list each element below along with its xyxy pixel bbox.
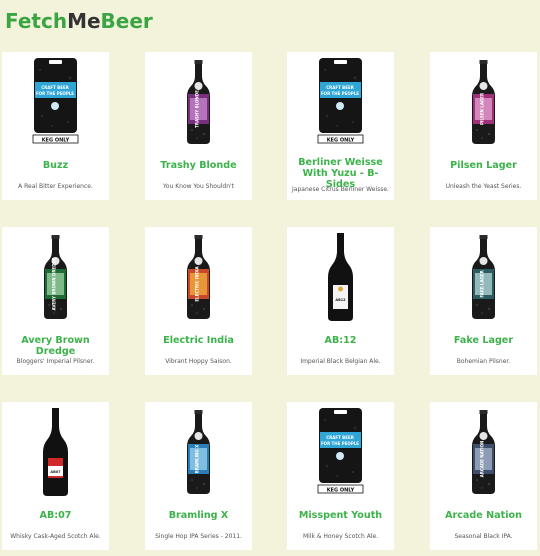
beer-tagline: Whisky Cask-Aged Scotch Ale. (10, 533, 101, 540)
beer-tagline: Unleash the Yeast Series. (445, 183, 522, 190)
beer-card[interactable]: AB07 AB:07 Whisky Cask-Aged Scotch Ale. (2, 402, 109, 550)
svg-text:KEG ONLY: KEG ONLY (327, 488, 355, 494)
beer-tagline: A Real Bitter Experience. (18, 183, 93, 190)
beer-name[interactable]: AB:12 (289, 335, 392, 346)
svg-text:AVERY BROWN DREDGE: AVERY BROWN DREDGE (52, 257, 57, 310)
beer-name[interactable]: Bramling X (147, 510, 250, 521)
beer-grid: CRAFT BEER FOR THE PEOPLE KEG ONLY Buzz A… (0, 0, 540, 556)
beer-name[interactable]: Buzz (4, 160, 107, 171)
beer-name[interactable]: Electric India (147, 335, 250, 346)
beer-image[interactable]: BRAMLING X (145, 406, 252, 498)
svg-text:FOR THE PEOPLE: FOR THE PEOPLE (321, 91, 359, 96)
beer-card[interactable]: ELECTRIC INDIA Electric India Vibrant Hop… (145, 227, 252, 375)
svg-text:KEG ONLY: KEG ONLY (327, 138, 355, 144)
svg-text:FOR THE PEOPLE: FOR THE PEOPLE (36, 91, 74, 96)
svg-text:FOR THE PEOPLE: FOR THE PEOPLE (321, 441, 359, 446)
beer-card[interactable]: TRASHY BLONDE Trashy Blonde You Know You … (145, 52, 252, 200)
svg-text:ELECTRIC INDIA: ELECTRIC INDIA (195, 265, 200, 301)
beer-image[interactable]: AB12 (287, 231, 394, 323)
beer-image[interactable]: AVERY BROWN DREDGE (2, 231, 109, 323)
beer-name[interactable]: Fake Lager (432, 335, 535, 346)
svg-text:ARCADE NATION: ARCADE NATION (480, 441, 485, 478)
beer-name[interactable]: Misspent Youth (289, 510, 392, 521)
svg-text:CRAFT BEER: CRAFT BEER (326, 85, 354, 90)
beer-card[interactable]: BRAMLING X Bramling X Single Hop IPA Seri… (145, 402, 252, 550)
svg-text:TRASHY BLONDE: TRASHY BLONDE (195, 90, 200, 128)
svg-text:FAKE LAGER: FAKE LAGER (480, 270, 485, 297)
svg-text:AB12: AB12 (335, 298, 346, 302)
beer-image[interactable]: TRASHY BLONDE (145, 56, 252, 148)
beer-card[interactable]: AVERY BROWN DREDGE Avery Brown Dredge Blo… (2, 227, 109, 375)
beer-image[interactable]: AB07 (2, 406, 109, 498)
beer-name[interactable]: Pilsen Lager (432, 160, 535, 171)
beer-tagline: Vibrant Hoppy Saison. (165, 358, 232, 365)
beer-tagline: Bloggers' Imperial Pilsner. (16, 358, 95, 365)
svg-text:AB07: AB07 (50, 470, 61, 474)
svg-text:CRAFT BEER: CRAFT BEER (326, 435, 354, 440)
beer-image[interactable]: FAKE LAGER (430, 231, 537, 323)
beer-card[interactable]: ARCADE NATION Arcade Nation Seasonal Blac… (430, 402, 537, 550)
beer-tagline: Milk & Honey Scotch Ale. (302, 533, 379, 540)
beer-image[interactable]: CRAFT BEER FOR THE PEOPLE KEG ONLY (2, 56, 109, 148)
svg-text:KEG ONLY: KEG ONLY (42, 138, 70, 144)
beer-tagline: Bohemian Pilsner. (456, 358, 511, 365)
beer-image[interactable]: CRAFT BEER FOR THE PEOPLE KEG ONLY (287, 56, 394, 148)
beer-tagline: Single Hop IPA Series - 2011. (155, 533, 242, 540)
beer-card[interactable]: PILSEN LAGER Pilsen Lager Unleash the Yea… (430, 52, 537, 200)
beer-tagline: Imperial Black Belgian Ale. (300, 358, 381, 365)
beer-image[interactable]: PILSEN LAGER (430, 56, 537, 148)
beer-name[interactable]: Arcade Nation (432, 510, 535, 521)
beer-image[interactable]: ARCADE NATION (430, 406, 537, 498)
svg-text:BRAMLING X: BRAMLING X (195, 445, 200, 473)
beer-card[interactable]: CRAFT BEER FOR THE PEOPLE KEG ONLY Missp… (287, 402, 394, 550)
beer-card[interactable]: CRAFT BEER FOR THE PEOPLE KEG ONLY Berli… (287, 52, 394, 200)
beer-name[interactable]: Trashy Blonde (147, 160, 250, 171)
beer-tagline: Seasonal Black IPA. (454, 533, 513, 540)
svg-text:PILSEN LAGER: PILSEN LAGER (480, 93, 485, 125)
beer-name[interactable]: AB:07 (4, 510, 107, 521)
svg-text:CRAFT BEER: CRAFT BEER (41, 85, 69, 90)
beer-card[interactable]: AB12 AB:12 Imperial Black Belgian Ale. (287, 227, 394, 375)
beer-image[interactable]: CRAFT BEER FOR THE PEOPLE KEG ONLY (287, 406, 394, 498)
beer-card[interactable]: CRAFT BEER FOR THE PEOPLE KEG ONLY Buzz A… (2, 52, 109, 200)
beer-tagline: You Know You Shouldn't (162, 183, 235, 190)
beer-card[interactable]: FAKE LAGER Fake Lager Bohemian Pilsner. (430, 227, 537, 375)
beer-name[interactable]: Avery Brown Dredge (4, 335, 107, 357)
beer-image[interactable]: ELECTRIC INDIA (145, 231, 252, 323)
beer-tagline: Japanese Citrus Berliner Weisse. (292, 186, 389, 193)
